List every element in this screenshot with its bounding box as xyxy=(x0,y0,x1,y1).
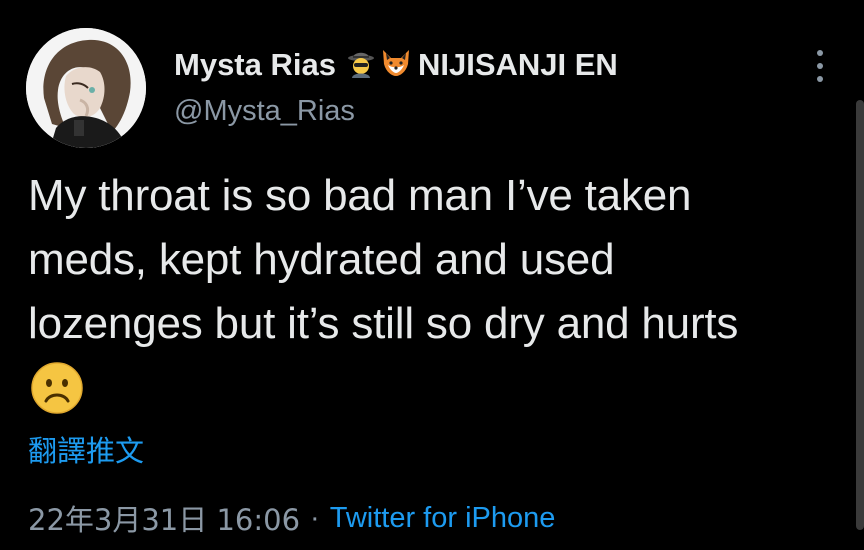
tweet-source-link[interactable]: Twitter for iPhone xyxy=(330,502,556,535)
tweet-timestamp[interactable]: 22年3月31日 16:06 xyxy=(28,497,300,539)
more-options-dot xyxy=(817,76,823,82)
author-name-row: Mysta Rias NIJISANJI EN xyxy=(174,44,618,86)
spy-emoji-icon xyxy=(346,48,376,83)
more-options-icon xyxy=(817,50,823,56)
tweet-text-line: My throat is so bad man I’ve taken xyxy=(28,171,692,220)
more-options-button[interactable] xyxy=(808,46,832,86)
meta-separator: · xyxy=(310,501,320,534)
tweet-text-line: lozenges but it’s still so dry and hurts xyxy=(28,299,739,348)
translate-tweet-link[interactable]: 翻譯推文 xyxy=(28,428,144,470)
tweet-text: My throat is so bad man I’ve taken meds,… xyxy=(28,164,828,356)
avatar[interactable] xyxy=(26,28,146,148)
frowning-face-icon xyxy=(30,361,84,415)
fox-emoji-icon xyxy=(380,48,412,83)
tweet-card: Mysta Rias NIJISANJI EN @Mysta_Rias My t… xyxy=(0,0,864,550)
avatar-illustration-icon xyxy=(26,28,146,148)
tweet-meta: 22年3月31日 16:06 · Twitter for iPhone xyxy=(28,497,555,539)
affiliation-label: NIJISANJI EN xyxy=(417,47,618,82)
scrollbar[interactable] xyxy=(856,100,864,530)
user-handle[interactable]: @Mysta_Rias xyxy=(174,95,355,128)
display-name[interactable]: Mysta Rias xyxy=(174,47,336,83)
more-options-dot xyxy=(817,63,823,69)
tweet-text-line: meds, kept hydrated and used xyxy=(28,235,615,284)
